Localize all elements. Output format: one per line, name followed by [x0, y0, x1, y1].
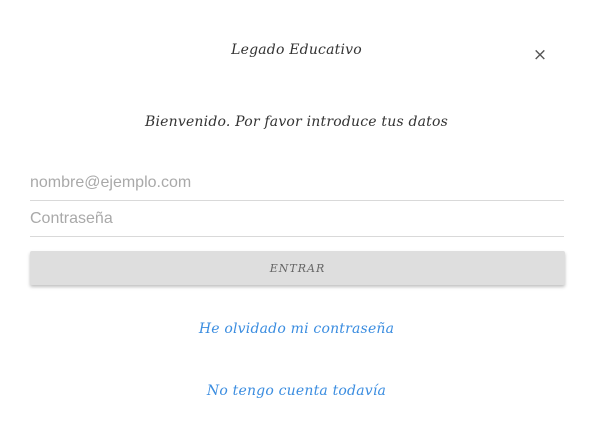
dialog-title: Legado Educativo: [231, 42, 362, 58]
close-icon: ×: [532, 45, 548, 65]
email-field[interactable]: [30, 165, 564, 201]
submit-button[interactable]: ENTRAR: [30, 251, 565, 285]
signup-link[interactable]: No tengo cuenta todavía: [0, 383, 593, 399]
close-button[interactable]: ×: [530, 44, 550, 66]
forgot-password-link[interactable]: He olvidado mi contraseña: [0, 321, 593, 337]
login-dialog: Legado Educativo × Bienvenido. Por favor…: [0, 0, 593, 438]
welcome-message: Bienvenido. Por favor introduce tus dato…: [144, 114, 449, 130]
password-field[interactable]: [30, 201, 564, 237]
